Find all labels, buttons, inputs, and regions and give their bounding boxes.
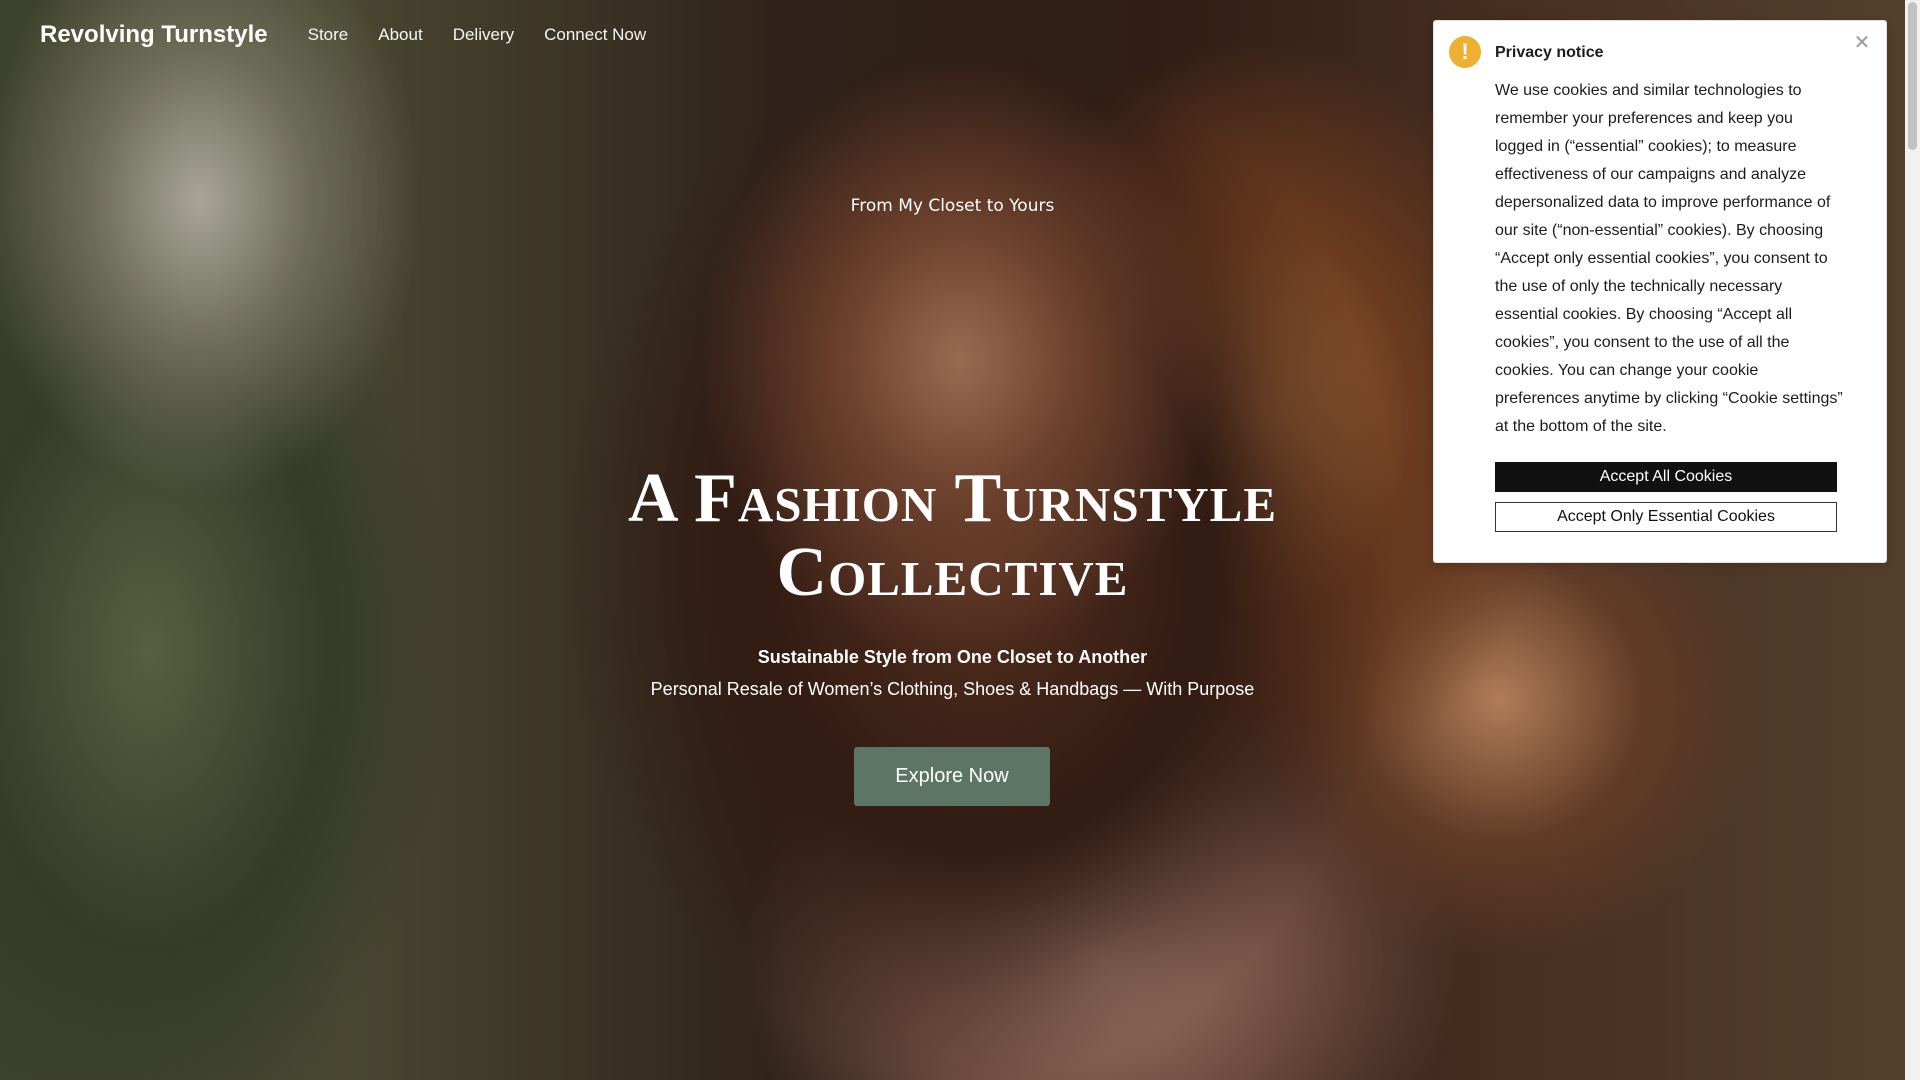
page: Revolving Turnstyle Store About Delivery… <box>0 0 1920 1080</box>
scrollbar-thumb[interactable] <box>1908 2 1917 150</box>
hero-tagline: Sustainable Style from One Closet to Ano… <box>757 647 1148 667</box>
hero-title-line-1: A Fashion Turnstyle <box>627 460 1278 537</box>
privacy-notice-body: We use cookies and similar technologies … <box>1495 82 1843 435</box>
nav-link-connect-now[interactable]: Connect Now <box>544 25 646 45</box>
brand-logo-link[interactable]: Revolving Turnstyle <box>40 21 268 49</box>
nav-link-about[interactable]: About <box>378 25 422 45</box>
vertical-scrollbar[interactable] <box>1905 0 1920 1080</box>
explore-now-button[interactable]: Explore Now <box>854 747 1050 806</box>
privacy-notice-title: Privacy notice <box>1495 44 1604 61</box>
privacy-notice-dialog: ! Privacy notice ✕ We use cookies and si… <box>1433 20 1887 563</box>
close-icon[interactable]: ✕ <box>1852 33 1872 53</box>
accept-essential-cookies-button[interactable]: Accept Only Essential Cookies <box>1495 502 1837 532</box>
hero-subtitle: Personal Resale of Women’s Clothing, Sho… <box>650 679 1255 699</box>
top-navigation: Revolving Turnstyle Store About Delivery… <box>0 0 676 70</box>
alert-icon: ! <box>1449 36 1481 68</box>
nav-link-store[interactable]: Store <box>308 25 349 45</box>
accept-all-cookies-button[interactable]: Accept All Cookies <box>1495 462 1837 492</box>
nav-link-delivery[interactable]: Delivery <box>453 25 514 45</box>
hero-title-line-2: Collective <box>776 534 1129 611</box>
